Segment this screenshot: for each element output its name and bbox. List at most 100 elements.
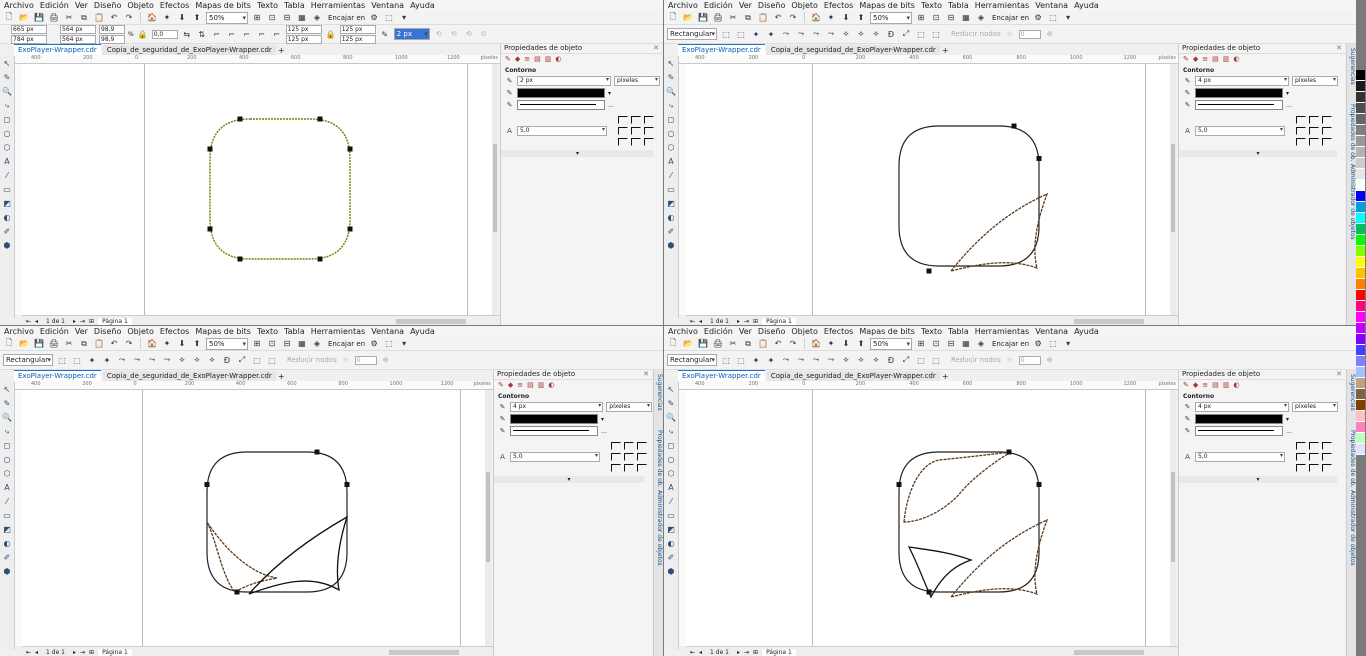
toolbox-tool-icon-12[interactable]: ✐ xyxy=(666,553,676,563)
horizontal-scrollbar[interactable] xyxy=(1074,318,1144,324)
menu-item-2[interactable]: Ver xyxy=(75,327,88,336)
toolbox-tool-icon-4[interactable]: ◻ xyxy=(666,115,676,125)
corner-join-icon-3[interactable] xyxy=(1296,127,1306,135)
toolbox-tool-icon-8[interactable]: ⁄ xyxy=(2,171,12,181)
crosshair-icon[interactable]: ⊕ xyxy=(1044,29,1056,40)
side-tab-2[interactable]: Administrador de objetos xyxy=(1347,490,1356,566)
node-tool-icon-12[interactable]: ⤢ xyxy=(900,29,912,40)
corner-join-icon-5[interactable] xyxy=(644,127,654,135)
toolbox-tool-icon-4[interactable]: ◻ xyxy=(666,441,676,451)
corner-tool-icon-3[interactable]: ⌐ xyxy=(226,29,238,40)
menu-item-8[interactable]: Tabla xyxy=(948,1,969,10)
node-tool-icon-12[interactable]: ⤢ xyxy=(236,355,248,366)
menu-item-11[interactable]: Ayuda xyxy=(1074,1,1099,10)
toolbar-icon-1[interactable]: 📂 xyxy=(18,12,30,23)
palette-swatch-18[interactable] xyxy=(1356,268,1365,279)
docker-category-icon-3[interactable]: ▤ xyxy=(1212,55,1219,63)
node-tool-icon-2[interactable]: ✦ xyxy=(86,355,98,366)
node-tool-icon-7[interactable]: ⤳ xyxy=(161,355,173,366)
page-nav-icon-r1[interactable]: ⇥ xyxy=(744,318,749,325)
side-tab-0[interactable]: Sugerencias xyxy=(1347,374,1356,411)
palette-swatch-20[interactable] xyxy=(1356,290,1365,301)
app-launcher-icon-1[interactable]: ✦ xyxy=(161,12,173,23)
node-tool-icon-14[interactable]: ⬚ xyxy=(266,355,278,366)
menu-item-6[interactable]: Mapas de bits xyxy=(195,327,251,336)
options-icon-1[interactable]: ⬚ xyxy=(1047,338,1059,349)
page-nav-icon-r1[interactable]: ⇥ xyxy=(80,318,85,325)
palette-swatch-4[interactable] xyxy=(1356,114,1365,125)
corner-tool-icon-6[interactable]: ⌐ xyxy=(271,29,283,40)
menu-item-3[interactable]: Diseño xyxy=(758,327,785,336)
view-icon-1[interactable]: ⊡ xyxy=(266,12,278,23)
view-icon-4[interactable]: ◈ xyxy=(975,338,987,349)
toolbox-tool-icon-9[interactable]: ▭ xyxy=(666,511,676,521)
side-tab-2[interactable]: Administrador de objetos xyxy=(654,490,663,566)
palette-swatch-17[interactable] xyxy=(1356,257,1365,268)
page-nav-icon-0[interactable]: ⇤ xyxy=(690,649,695,656)
docker-close-icon[interactable]: ✕ xyxy=(1336,44,1342,53)
toolbox-tool-icon-12[interactable]: ✐ xyxy=(2,227,12,237)
palette-swatch-30[interactable] xyxy=(1356,400,1365,411)
menu-item-5[interactable]: Efectos xyxy=(824,1,853,10)
tab-add-icon[interactable]: + xyxy=(942,372,949,381)
docker-category-icon-1[interactable]: ◆ xyxy=(1193,55,1198,63)
horizontal-scrollbar[interactable] xyxy=(1074,649,1144,655)
outline-style-select[interactable] xyxy=(1195,426,1283,436)
selection-mode-combo[interactable]: Rectangular xyxy=(3,354,53,366)
toolbox-tool-icon-6[interactable]: ⬡ xyxy=(2,143,12,153)
options-icon-2[interactable]: ▾ xyxy=(398,12,410,23)
tab-document-0[interactable]: ExoPlayer-Wrapper.cdr xyxy=(14,370,101,381)
nodes-icon[interactable]: ⊹ xyxy=(1004,355,1016,366)
side-tab-2[interactable]: Administrador de objetos xyxy=(1347,164,1356,240)
corner-join-icon-6[interactable] xyxy=(1296,138,1306,146)
page-nav-icon-r2[interactable]: ⊞ xyxy=(753,649,758,656)
view-icon-3[interactable]: ▦ xyxy=(296,12,308,23)
toolbar-icon-0[interactable]: 🗋 xyxy=(3,12,15,23)
view-icon-1[interactable]: ⊡ xyxy=(930,12,942,23)
docker-category-icon-5[interactable]: ◐ xyxy=(1233,381,1239,389)
node-tool-icon-6[interactable]: ⤳ xyxy=(810,29,822,40)
corner-join-icon-3[interactable] xyxy=(611,453,621,461)
docker-category-icon-5[interactable]: ◐ xyxy=(1233,55,1239,63)
outline-width-icon[interactable]: ✎ xyxy=(379,29,391,40)
menu-item-5[interactable]: Efectos xyxy=(160,327,189,336)
palette-swatch-23[interactable] xyxy=(1356,323,1365,334)
toolbar-icon-1[interactable]: 📂 xyxy=(682,12,694,23)
toolbar-icon-1[interactable]: 📂 xyxy=(682,338,694,349)
node-tool-icon-13[interactable]: ⬚ xyxy=(251,355,263,366)
field-x[interactable]: 665 px xyxy=(11,24,47,34)
corner-join-icon-6[interactable] xyxy=(618,138,628,146)
selection-mode-combo[interactable]: Rectangular xyxy=(667,354,717,366)
corner-join-icon-2[interactable] xyxy=(644,116,654,124)
toolbar-icon-0[interactable]: 🗋 xyxy=(3,338,15,349)
page-nav-icon-r2[interactable]: ⊞ xyxy=(89,649,94,656)
page-tab[interactable]: Página 1 xyxy=(98,648,132,656)
corner-tool-icon-1[interactable]: ⇅ xyxy=(196,29,208,40)
docker-category-icon-0[interactable]: ✎ xyxy=(505,55,511,63)
menu-item-11[interactable]: Ayuda xyxy=(410,1,435,10)
node-tool-icon-1[interactable]: ⬚ xyxy=(735,29,747,40)
page-nav-icon-r0[interactable]: ▸ xyxy=(737,318,740,325)
palette-swatch-0[interactable] xyxy=(1356,70,1365,81)
toolbar-icon-3[interactable]: 🖨 xyxy=(712,12,724,23)
app-launcher-icon-2[interactable]: ⬇ xyxy=(840,12,852,23)
corner-join-icon-1[interactable] xyxy=(1309,442,1319,450)
toolbar-icon-3[interactable]: 🖨 xyxy=(48,338,60,349)
field-h[interactable]: 564 px xyxy=(60,34,96,44)
outline-color-dropdown[interactable]: ▾ xyxy=(1286,90,1289,97)
toolbox-tool-icon-10[interactable]: ◩ xyxy=(2,525,12,535)
toolbox-tool-icon-5[interactable]: ○ xyxy=(666,129,676,139)
corner-join-icon-7[interactable] xyxy=(631,138,641,146)
palette-swatch-15[interactable] xyxy=(1356,235,1365,246)
node-tool-icon-8[interactable]: ⟡ xyxy=(840,29,852,40)
side-tab-0[interactable]: Sugerencias xyxy=(1347,48,1356,85)
page-nav-icon-0[interactable]: ⇤ xyxy=(26,649,31,656)
menu-item-8[interactable]: Tabla xyxy=(284,327,305,336)
toolbox-tool-icon-4[interactable]: ◻ xyxy=(2,441,12,451)
palette-swatch-16[interactable] xyxy=(1356,246,1365,257)
tab-add-icon[interactable]: + xyxy=(278,372,285,381)
artwork-shape[interactable] xyxy=(204,449,407,652)
toolbar-icon-6[interactable]: 📋 xyxy=(757,12,769,23)
outline-color-dropdown[interactable]: ▾ xyxy=(601,416,604,423)
miter-limit-field[interactable]: 5,0 xyxy=(517,126,607,136)
